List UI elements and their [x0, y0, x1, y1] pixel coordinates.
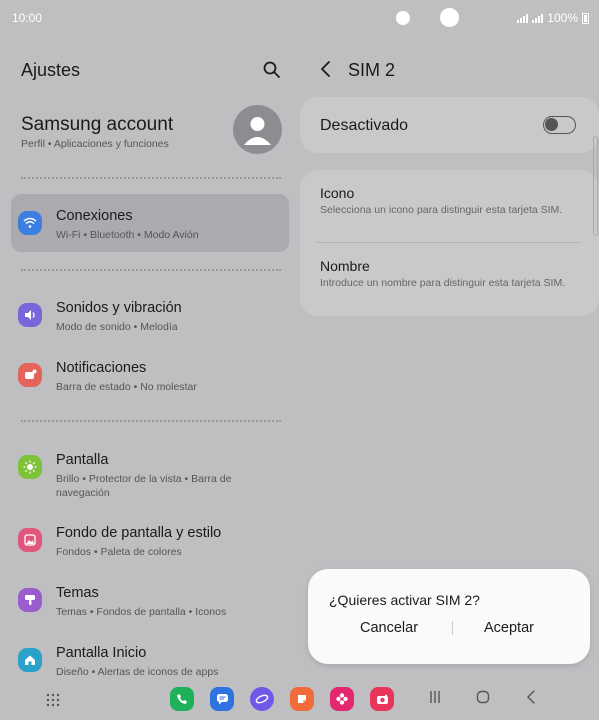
sim-toggle-card[interactable]: Desactivado: [300, 97, 599, 153]
settings-item-label: Temas: [56, 585, 99, 601]
themes-icon: [18, 588, 42, 612]
toggle-knob: [545, 118, 558, 131]
sim-option-subtitle: Introduce un nombre para distinguir esta…: [320, 277, 566, 289]
settings-item-conexiones[interactable]: Conexiones Wi-Fi • Bluetooth • Modo Avió…: [11, 194, 289, 252]
status-bar: 10:00 100%: [0, 0, 599, 36]
brightness-icon: [18, 455, 42, 479]
camera-icon[interactable]: [370, 687, 394, 711]
dialog-message: ¿Quieres activar SIM 2?: [329, 592, 480, 608]
scrollbar[interactable]: [593, 136, 598, 236]
settings-item-label: Fondo de pantalla y estilo: [56, 525, 222, 541]
volume-icon: [18, 303, 42, 327]
navigation-bar: [0, 676, 599, 720]
sim-option-subtitle: Selecciona un icono para distinguir esta…: [320, 204, 563, 216]
back-icon[interactable]: [318, 60, 334, 78]
status-time: 10:00: [12, 11, 43, 25]
user-icon: [244, 117, 271, 145]
avatar[interactable]: [233, 105, 282, 154]
accept-button[interactable]: Aceptar: [484, 620, 534, 636]
settings-item-subtitle: Barra de estado • No molestar: [56, 381, 197, 393]
settings-item-label: Sonidos y vibración: [56, 300, 182, 316]
settings-item-label: Conexiones: [56, 208, 133, 224]
signal-icon: [532, 13, 544, 23]
settings-item-pantalla[interactable]: Pantalla Brillo • Protector de la vista …: [11, 438, 289, 499]
sim-options-card: Icono Selecciona un icono para distingui…: [300, 170, 599, 316]
phone-icon[interactable]: [170, 687, 194, 711]
wifi-icon: [18, 211, 42, 235]
sim-toggle-switch[interactable]: [543, 116, 576, 134]
divider: [452, 621, 453, 635]
home-icon: [18, 648, 42, 672]
settings-item-subtitle: Wi-Fi • Bluetooth • Modo Avión: [56, 229, 199, 241]
wallpaper-icon: [18, 528, 42, 552]
signal-icon: [517, 13, 529, 23]
settings-item-subtitle: Modo de sonido • Melodía: [56, 321, 178, 333]
settings-item-temas[interactable]: Temas Temas • Fondos de pantalla • Icono…: [11, 571, 289, 629]
settings-item-sonidos[interactable]: Sonidos y vibración Modo de sonido • Mel…: [11, 286, 289, 344]
divider: [21, 177, 281, 179]
page-title: Ajustes: [21, 60, 81, 80]
browser-icon[interactable]: [250, 687, 274, 711]
cancel-button[interactable]: Cancelar: [360, 620, 418, 636]
battery-level: 100%: [547, 11, 578, 25]
divider: [21, 269, 281, 271]
settings-item-subtitle: Fondos • Paleta de colores: [56, 546, 182, 558]
notification-icon: [18, 363, 42, 387]
divider: [21, 420, 281, 422]
sim-option-label: Icono: [320, 185, 355, 201]
gallery-icon[interactable]: [330, 687, 354, 711]
account-name: Samsung account: [21, 114, 174, 135]
home-button-icon[interactable]: [476, 690, 490, 704]
back-nav-icon[interactable]: [526, 690, 536, 704]
camera-cutout: [396, 11, 410, 25]
sim-toggle-label: Desactivado: [320, 117, 409, 134]
settings-item-notificaciones[interactable]: Notificaciones Barra de estado • No mole…: [11, 346, 289, 404]
divider: [316, 242, 582, 243]
app-drawer-icon[interactable]: [45, 692, 61, 708]
sim-page-title: SIM 2: [348, 60, 396, 80]
camera-cutout: [440, 8, 459, 27]
settings-item-label: Notificaciones: [56, 360, 147, 376]
notes-icon[interactable]: [290, 687, 314, 711]
account-subtitle: Perfil • Aplicaciones y funciones: [21, 138, 169, 150]
activate-sim-dialog: ¿Quieres activar SIM 2? Cancelar Aceptar: [308, 569, 590, 664]
settings-item-label: Pantalla: [56, 452, 109, 468]
sim-option-label: Nombre: [320, 258, 370, 274]
settings-item-subtitle: Temas • Fondos de pantalla • Iconos: [56, 606, 227, 618]
messages-icon[interactable]: [210, 687, 234, 711]
recent-apps-icon[interactable]: [428, 690, 442, 704]
battery-icon: [582, 12, 589, 24]
search-icon[interactable]: [262, 60, 282, 80]
settings-item-label: Pantalla Inicio: [56, 645, 147, 661]
settings-panel: Ajustes Samsung account Perfil • Aplicac…: [0, 36, 300, 678]
status-icons: 100%: [517, 11, 589, 25]
settings-item-fondo[interactable]: Fondo de pantalla y estilo Fondos • Pale…: [11, 511, 289, 569]
settings-item-subtitle: Brillo • Protector de la vista • Barra d…: [56, 473, 232, 499]
